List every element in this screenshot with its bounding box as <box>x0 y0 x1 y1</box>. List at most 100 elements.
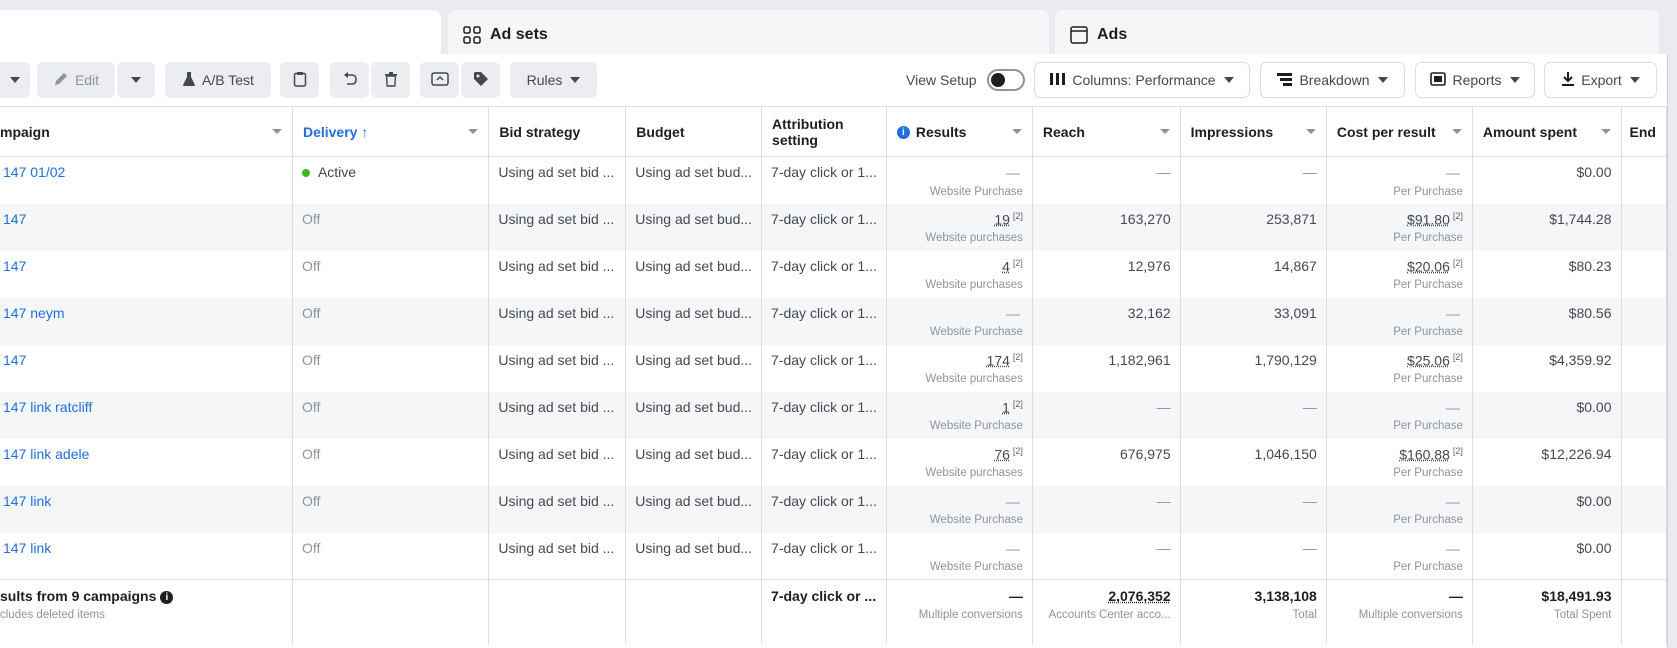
col-attribution[interactable]: Attribution setting <box>761 106 887 157</box>
col-reach[interactable]: Reach <box>1032 106 1181 157</box>
amount-spent-value: $80.56 <box>1568 304 1612 321</box>
bid-strategy-cell: Using ad set bid ... <box>488 297 627 345</box>
cost-per-result-value[interactable]: $25.06 <box>1407 352 1450 368</box>
cost-per-result-value[interactable]: $91.80 <box>1407 211 1450 227</box>
tag-button[interactable] <box>461 62 500 98</box>
col-bid-strategy[interactable]: Bid strategy <box>488 106 627 157</box>
results-type: Website Purchase <box>929 514 1023 527</box>
col-impressions[interactable]: Impressions <box>1180 106 1327 157</box>
view-setup-label: View Setup <box>906 72 977 88</box>
delivery-cell: Off <box>292 438 490 486</box>
chevron-down-icon <box>1629 77 1640 83</box>
table-row[interactable]: 147 01/02 Active Using ad set bid ... Using… <box>0 156 1667 204</box>
results-value[interactable]: 1 <box>1002 399 1010 415</box>
campaign-name-link[interactable]: 147 link <box>3 493 51 509</box>
budget-cell: Using ad set bud... <box>625 438 763 486</box>
attribution-value: 7-day click or 1... <box>771 210 877 227</box>
budget-value: Using ad set bud... <box>635 351 753 368</box>
campaign-name-link[interactable]: 147 <box>3 352 26 368</box>
campaign-name-cell: 147 link adele <box>0 438 293 486</box>
attribution-value: 7-day click or 1... <box>771 304 877 321</box>
totals-sub: cludes deleted items <box>0 609 105 621</box>
cost-per-result-value[interactable]: $20.06 <box>1407 258 1450 274</box>
amount-spent-value: $0.00 <box>1576 539 1612 556</box>
results-value[interactable]: 174 <box>987 352 1010 368</box>
breakdown-button[interactable]: Breakdown <box>1260 62 1405 98</box>
amount-spent-value: $80.23 <box>1568 257 1612 274</box>
duplicate-paste-button[interactable] <box>280 62 319 98</box>
results-value[interactable]: 19 <box>994 211 1010 227</box>
table-row[interactable]: 147 link Off Using ad set bid ... Using ad … <box>0 485 1667 533</box>
table-row[interactable]: 147 link Off Using ad set bid ... Using ad … <box>0 532 1667 580</box>
table-row[interactable]: 147 Off Using ad set bid ... Using ad set b… <box>0 203 1667 251</box>
table-row[interactable]: 147 link ratcliff Off Using ad set bid ...… <box>0 391 1667 439</box>
impressions-value: — <box>1302 539 1317 556</box>
totals-results: — <box>1008 588 1023 604</box>
create-dropdown-button[interactable] <box>0 62 30 98</box>
impressions-value: 253,871 <box>1266 210 1317 227</box>
col-results[interactable]: i Results <box>886 106 1033 157</box>
chevron-down-icon <box>131 77 141 83</box>
cost-per-result-value[interactable]: $160.88 <box>1399 446 1450 462</box>
view-setup-toggle[interactable] <box>986 69 1025 91</box>
table-row[interactable]: 147 Off Using ad set bid ... Using ad set b… <box>0 344 1667 392</box>
table-row[interactable]: 147 Off Using ad set bid ... Using ad set b… <box>0 250 1667 298</box>
rules-button[interactable]: Rules <box>510 62 597 98</box>
chevron-down-icon[interactable] <box>1305 129 1316 134</box>
results-value[interactable]: 76 <box>994 446 1010 462</box>
col-delivery[interactable]: Delivery ↑ <box>292 106 490 157</box>
campaign-name-link[interactable]: 147 <box>3 211 26 227</box>
columns-button[interactable]: Columns: Performance <box>1034 62 1250 98</box>
attribution-cell: 7-day click or 1... <box>761 156 887 204</box>
results-cell: 76 [2] Website purchases <box>886 438 1033 486</box>
results-value[interactable]: 4 <box>1002 258 1010 274</box>
share-button[interactable] <box>420 62 459 98</box>
info-icon[interactable]: i <box>160 590 174 604</box>
col-cost-per-result[interactable]: Cost per result <box>1326 106 1473 157</box>
campaign-name-cell: 147 link <box>0 485 293 533</box>
col-budget[interactable]: Budget <box>625 106 763 157</box>
flask-icon <box>182 71 196 90</box>
reports-button[interactable]: Reports <box>1415 62 1535 98</box>
ab-test-button[interactable]: A/B Test <box>165 62 271 98</box>
info-icon[interactable]: i <box>896 126 910 140</box>
col-campaign[interactable]: mpaign <box>0 106 293 157</box>
campaign-name-link[interactable]: 147 link <box>3 540 51 556</box>
chevron-down-icon[interactable] <box>1011 129 1022 134</box>
edit-button[interactable]: Edit <box>37 62 115 98</box>
totals-reach[interactable]: 2,076,352 <box>1108 588 1170 604</box>
undo-button[interactable] <box>330 62 369 98</box>
tab-ads[interactable]: Ads <box>1055 10 1659 60</box>
bid-strategy-cell: Using ad set bid ... <box>488 438 627 486</box>
col-reach-label: Reach <box>1042 123 1085 140</box>
reach-value: 12,976 <box>1127 257 1171 274</box>
edit-dropdown-button[interactable] <box>117 62 155 98</box>
col-amount-spent[interactable]: Amount spent <box>1472 106 1622 157</box>
col-ends[interactable]: End <box>1621 106 1667 157</box>
budget-cell: Using ad set bud... <box>625 203 763 251</box>
tab-ad-sets[interactable]: Ad sets <box>448 10 1049 60</box>
table-row[interactable]: 147 link adele Off Using ad set bid ... Usi… <box>0 438 1667 486</box>
campaign-name-link[interactable]: 147 neym <box>3 305 64 321</box>
delivery-status: Off <box>301 492 321 509</box>
delete-button[interactable] <box>371 62 410 98</box>
chevron-down-icon[interactable] <box>1159 129 1170 134</box>
campaign-name-link[interactable]: 147 <box>3 258 26 274</box>
adsets-icon <box>462 25 482 45</box>
attribution-cell: 7-day click or 1... <box>761 438 887 486</box>
chevron-down-icon[interactable] <box>1600 129 1611 134</box>
campaign-name-link[interactable]: 147 link ratcliff <box>3 399 92 415</box>
chevron-down-icon[interactable] <box>271 129 282 134</box>
table-row[interactable]: 147 neym Off Using ad set bid ... Using ad … <box>0 297 1667 345</box>
chevron-down-icon[interactable] <box>1451 129 1462 134</box>
chevron-down-icon[interactable] <box>468 129 479 134</box>
campaign-name-link[interactable]: 147 01/02 <box>3 164 65 180</box>
export-button[interactable]: Export <box>1544 62 1657 98</box>
bid-strategy-value: Using ad set bid ... <box>498 492 615 509</box>
tab-campaigns[interactable] <box>0 10 441 60</box>
campaign-name-link[interactable]: 147 link adele <box>3 446 89 462</box>
amount-spent-value: $0.00 <box>1576 398 1612 415</box>
reach-cell: 32,162 <box>1032 297 1181 345</box>
tab-ads-label: Ads <box>1097 26 1128 43</box>
ends-cell <box>1621 485 1667 533</box>
